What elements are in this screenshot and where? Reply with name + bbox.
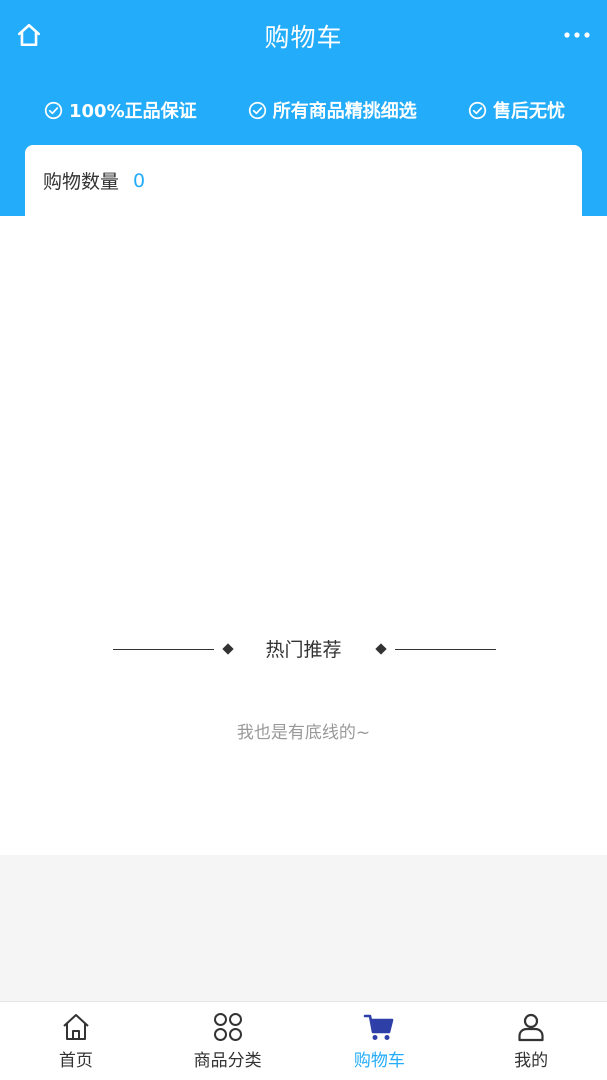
home-button[interactable] (14, 20, 44, 50)
tab-home[interactable]: 首页 (0, 1002, 152, 1080)
tab-mine[interactable]: 我的 (455, 1002, 607, 1080)
tab-cart[interactable]: 购物车 (304, 1002, 456, 1080)
cart-page: 购物车 100%正品保证 所有商品精挑细选 售后无忧 购物数量 0 热门推荐 我… (0, 0, 607, 1080)
cart-count-card: 购物数量 0 (25, 145, 582, 216)
guarantee-item: 所有商品精挑细选 (248, 97, 417, 123)
header: 购物车 100%正品保证 所有商品精挑细选 售后无忧 购物数量 0 (0, 0, 607, 216)
cart-content: 热门推荐 我也是有底线的~ (0, 216, 607, 855)
tab-label: 我的 (514, 1051, 549, 1071)
guarantee-bar: 100%正品保证 所有商品精挑细选 售后无忧 (0, 92, 607, 128)
tab-label: 首页 (58, 1051, 93, 1071)
tab-label: 商品分类 (193, 1051, 262, 1071)
user-icon (518, 1013, 544, 1042)
divider-line-right (395, 649, 496, 650)
guarantee-item: 100%正品保证 (44, 97, 197, 123)
check-circle-icon (468, 101, 487, 119)
category-icon (213, 1013, 242, 1041)
cart-icon (364, 1014, 394, 1040)
guarantee-label: 100%正品保证 (69, 101, 197, 122)
cart-count-value: 0 (133, 169, 146, 192)
check-circle-icon (248, 101, 266, 119)
tab-label: 购物车 (353, 1051, 405, 1071)
recommend-divider: 热门推荐 (0, 632, 607, 668)
tab-category[interactable]: 商品分类 (152, 1002, 304, 1080)
check-circle-icon (44, 101, 63, 119)
recommend-title: 热门推荐 (265, 639, 342, 661)
page-title: 购物车 (264, 23, 343, 52)
bottom-tab-bar: 首页 商品分类 购物车 我的 (0, 1001, 607, 1080)
home-icon (17, 23, 41, 47)
cart-count-label: 购物数量 (43, 171, 120, 193)
guarantee-label: 售后无忧 (492, 101, 565, 122)
more-button[interactable] (559, 20, 595, 50)
guarantee-label: 所有商品精挑细选 (272, 101, 417, 122)
more-icon (564, 32, 590, 38)
end-of-list-text: 我也是有底线的~ (236, 723, 371, 743)
nav-bar: 购物车 (0, 0, 607, 76)
guarantee-item: 售后无忧 (468, 97, 565, 123)
home-icon (63, 1014, 89, 1040)
